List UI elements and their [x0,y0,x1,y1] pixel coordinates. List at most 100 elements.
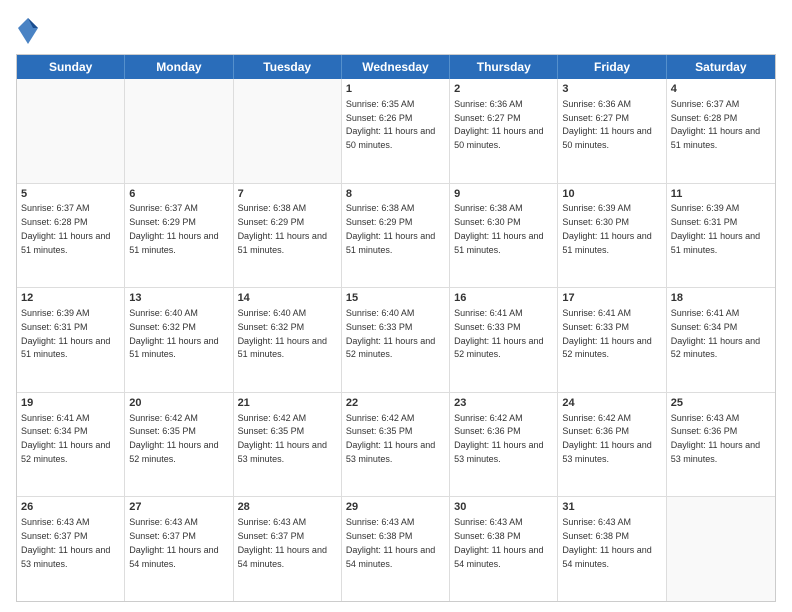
day-cell-27: 27 Sunrise: 6:43 AM Sunset: 6:37 PM Dayli… [125,497,233,601]
day-number: 18 [671,291,771,306]
day-number: 5 [21,187,120,202]
day-cell-1: 1Sunrise: 6:35 AM Sunset: 6:26 PM Daylig… [342,79,450,183]
day-number: 29 [346,500,445,515]
day-info: Sunrise: 6:41 AM Sunset: 6:34 PM Dayligh… [671,308,763,359]
day-cell-26: 26 Sunrise: 6:43 AM Sunset: 6:37 PM Dayli… [17,497,125,601]
day-info: Sunrise: 6:37 AM Sunset: 6:29 PM Dayligh… [129,203,221,254]
day-number: 10 [562,187,661,202]
day-cell-11: 11Sunrise: 6:39 AM Sunset: 6:31 PM Dayli… [667,184,775,288]
day-info: Sunrise: 6:43 AM Sunset: 6:37 PM Dayligh… [238,517,330,568]
day-info: Sunrise: 6:40 AM Sunset: 6:32 PM Dayligh… [238,308,330,359]
header-day-monday: Monday [125,55,233,79]
day-cell-21: 21 Sunrise: 6:42 AM Sunset: 6:35 PM Dayli… [234,393,342,497]
day-cell-13: 13 Sunrise: 6:40 AM Sunset: 6:32 PM Dayli… [125,288,233,392]
day-number: 27 [129,500,228,515]
day-info: Sunrise: 6:40 AM Sunset: 6:32 PM Dayligh… [129,308,221,359]
day-number: 22 [346,396,445,411]
day-cell-31: 31Sunrise: 6:43 AM Sunset: 6:38 PM Dayli… [558,497,666,601]
day-number: 19 [21,396,120,411]
day-info: Sunrise: 6:43 AM Sunset: 6:37 PM Dayligh… [129,517,221,568]
day-number: 9 [454,187,553,202]
day-number: 28 [238,500,337,515]
day-cell-8: 8Sunrise: 6:38 AM Sunset: 6:29 PM Daylig… [342,184,450,288]
day-cell-18: 18 Sunrise: 6:41 AM Sunset: 6:34 PM Dayli… [667,288,775,392]
day-cell-22: 22 Sunrise: 6:42 AM Sunset: 6:35 PM Dayli… [342,393,450,497]
day-number: 16 [454,291,553,306]
day-number: 8 [346,187,445,202]
day-number: 12 [21,291,120,306]
day-info: Sunrise: 6:42 AM Sunset: 6:36 PM Dayligh… [454,413,546,464]
day-number: 13 [129,291,228,306]
day-info: Sunrise: 6:43 AM Sunset: 6:38 PM Dayligh… [562,517,654,568]
header [16,16,776,46]
day-number: 15 [346,291,445,306]
day-info: Sunrise: 6:35 AM Sunset: 6:26 PM Dayligh… [346,99,438,150]
day-info: Sunrise: 6:43 AM Sunset: 6:36 PM Dayligh… [671,413,763,464]
calendar-row-4: 19 Sunrise: 6:41 AM Sunset: 6:34 PM Dayli… [17,393,775,498]
day-number: 30 [454,500,553,515]
day-cell-12: 12 Sunrise: 6:39 AM Sunset: 6:31 PM Dayli… [17,288,125,392]
day-cell-25: 25 Sunrise: 6:43 AM Sunset: 6:36 PM Dayli… [667,393,775,497]
day-info: Sunrise: 6:43 AM Sunset: 6:38 PM Dayligh… [454,517,546,568]
header-day-wednesday: Wednesday [342,55,450,79]
logo [16,16,40,46]
header-day-friday: Friday [558,55,666,79]
empty-cell [17,79,125,183]
day-cell-20: 20Sunrise: 6:42 AM Sunset: 6:35 PM Dayli… [125,393,233,497]
calendar-row-1: 1Sunrise: 6:35 AM Sunset: 6:26 PM Daylig… [17,79,775,184]
empty-cell [234,79,342,183]
day-cell-9: 9Sunrise: 6:38 AM Sunset: 6:30 PM Daylig… [450,184,558,288]
day-cell-6: 6Sunrise: 6:37 AM Sunset: 6:29 PM Daylig… [125,184,233,288]
day-cell-29: 29 Sunrise: 6:43 AM Sunset: 6:38 PM Dayli… [342,497,450,601]
day-info: Sunrise: 6:38 AM Sunset: 6:29 PM Dayligh… [346,203,438,254]
day-number: 11 [671,187,771,202]
day-number: 3 [562,82,661,97]
empty-cell [667,497,775,601]
day-cell-4: 4Sunrise: 6:37 AM Sunset: 6:28 PM Daylig… [667,79,775,183]
page: SundayMondayTuesdayWednesdayThursdayFrid… [0,0,792,612]
day-info: Sunrise: 6:43 AM Sunset: 6:38 PM Dayligh… [346,517,438,568]
day-cell-19: 19 Sunrise: 6:41 AM Sunset: 6:34 PM Dayli… [17,393,125,497]
calendar-row-2: 5Sunrise: 6:37 AM Sunset: 6:28 PM Daylig… [17,184,775,289]
day-info: Sunrise: 6:40 AM Sunset: 6:33 PM Dayligh… [346,308,438,359]
day-number: 23 [454,396,553,411]
calendar: SundayMondayTuesdayWednesdayThursdayFrid… [16,54,776,602]
day-info: Sunrise: 6:38 AM Sunset: 6:30 PM Dayligh… [454,203,546,254]
day-cell-23: 23 Sunrise: 6:42 AM Sunset: 6:36 PM Dayli… [450,393,558,497]
day-info: Sunrise: 6:39 AM Sunset: 6:30 PM Dayligh… [562,203,654,254]
day-cell-5: 5Sunrise: 6:37 AM Sunset: 6:28 PM Daylig… [17,184,125,288]
day-info: Sunrise: 6:41 AM Sunset: 6:33 PM Dayligh… [562,308,654,359]
day-cell-2: 2 Sunrise: 6:36 AM Sunset: 6:27 PM Daylig… [450,79,558,183]
day-cell-16: 16 Sunrise: 6:41 AM Sunset: 6:33 PM Dayli… [450,288,558,392]
day-number: 2 [454,82,553,97]
day-info: Sunrise: 6:42 AM Sunset: 6:35 PM Dayligh… [346,413,438,464]
day-cell-30: 30 Sunrise: 6:43 AM Sunset: 6:38 PM Dayli… [450,497,558,601]
day-info: Sunrise: 6:39 AM Sunset: 6:31 PM Dayligh… [21,308,113,359]
day-number: 21 [238,396,337,411]
day-info: Sunrise: 6:36 AM Sunset: 6:27 PM Dayligh… [454,99,546,150]
day-cell-3: 3 Sunrise: 6:36 AM Sunset: 6:27 PM Daylig… [558,79,666,183]
calendar-header: SundayMondayTuesdayWednesdayThursdayFrid… [17,55,775,79]
empty-cell [125,79,233,183]
day-info: Sunrise: 6:36 AM Sunset: 6:27 PM Dayligh… [562,99,654,150]
day-info: Sunrise: 6:37 AM Sunset: 6:28 PM Dayligh… [671,99,763,150]
day-info: Sunrise: 6:37 AM Sunset: 6:28 PM Dayligh… [21,203,113,254]
header-day-sunday: Sunday [17,55,125,79]
day-info: Sunrise: 6:38 AM Sunset: 6:29 PM Dayligh… [238,203,330,254]
header-day-saturday: Saturday [667,55,775,79]
calendar-body: 1Sunrise: 6:35 AM Sunset: 6:26 PM Daylig… [17,79,775,601]
day-info: Sunrise: 6:42 AM Sunset: 6:35 PM Dayligh… [238,413,330,464]
day-number: 7 [238,187,337,202]
day-cell-14: 14 Sunrise: 6:40 AM Sunset: 6:32 PM Dayli… [234,288,342,392]
day-cell-24: 24 Sunrise: 6:42 AM Sunset: 6:36 PM Dayli… [558,393,666,497]
day-info: Sunrise: 6:39 AM Sunset: 6:31 PM Dayligh… [671,203,763,254]
day-cell-10: 10Sunrise: 6:39 AM Sunset: 6:30 PM Dayli… [558,184,666,288]
day-number: 26 [21,500,120,515]
day-number: 25 [671,396,771,411]
day-number: 14 [238,291,337,306]
day-info: Sunrise: 6:42 AM Sunset: 6:36 PM Dayligh… [562,413,654,464]
day-info: Sunrise: 6:41 AM Sunset: 6:33 PM Dayligh… [454,308,546,359]
day-info: Sunrise: 6:43 AM Sunset: 6:37 PM Dayligh… [21,517,113,568]
day-number: 24 [562,396,661,411]
day-info: Sunrise: 6:41 AM Sunset: 6:34 PM Dayligh… [21,413,113,464]
